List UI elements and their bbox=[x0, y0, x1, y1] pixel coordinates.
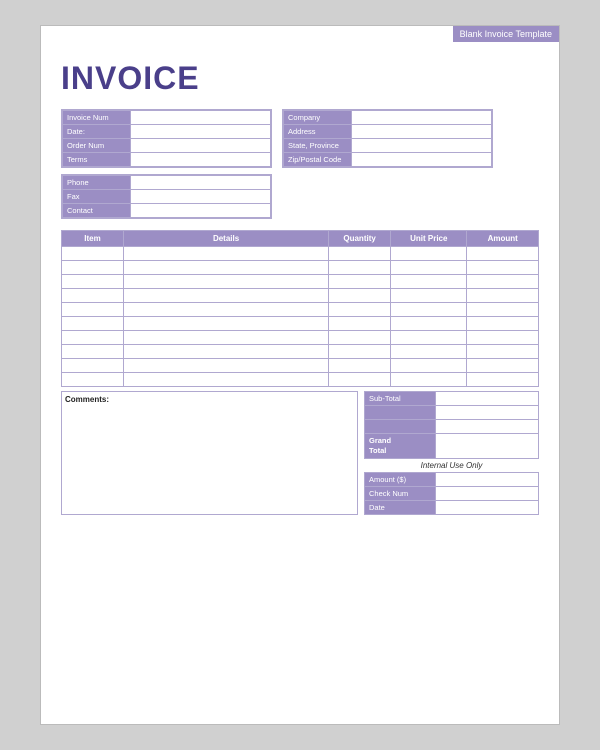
totals-section: Sub-Total GrandTotal Internal Use Only bbox=[364, 391, 539, 515]
info-sections-row: Invoice Num Date: Order Num Terms bbox=[61, 109, 539, 168]
totals-value-2[interactable] bbox=[435, 406, 538, 420]
amount-value[interactable] bbox=[435, 472, 538, 486]
totals-row-2 bbox=[365, 406, 539, 420]
internal-use-row: Internal Use Only bbox=[365, 458, 539, 472]
invoice-num-label: Invoice Num bbox=[63, 111, 131, 125]
invoice-info-block: Invoice Num Date: Order Num Terms bbox=[61, 109, 272, 168]
table-row bbox=[62, 289, 539, 303]
totals-label-3 bbox=[365, 420, 436, 434]
invoice-num-value[interactable] bbox=[131, 111, 271, 125]
company-value[interactable] bbox=[352, 111, 492, 125]
check-num-label: Check Num bbox=[365, 486, 436, 500]
totals-table: Sub-Total GrandTotal Internal Use Only bbox=[364, 391, 539, 515]
template-label: Blank Invoice Template bbox=[453, 26, 559, 42]
date-label: Date: bbox=[63, 125, 131, 139]
zip-value[interactable] bbox=[352, 153, 492, 167]
col-header-amount: Amount bbox=[467, 231, 539, 247]
zip-label: Zip/Postal Code bbox=[284, 153, 352, 167]
state-value[interactable] bbox=[352, 139, 492, 153]
table-row bbox=[62, 359, 539, 373]
invoice-title: INVOICE bbox=[61, 60, 539, 97]
company-info-block: Company Address State, Province Zip/Post… bbox=[282, 109, 493, 168]
totals-value-3[interactable] bbox=[435, 420, 538, 434]
invoice-page: Blank Invoice Template INVOICE Invoice N… bbox=[40, 25, 560, 725]
state-label: State, Province bbox=[284, 139, 352, 153]
address-label: Address bbox=[284, 125, 352, 139]
col-header-quantity: Quantity bbox=[329, 231, 391, 247]
bottom-area: Comments: Sub-Total GrandTotal bbox=[61, 391, 539, 515]
check-num-value[interactable] bbox=[435, 486, 538, 500]
company-row: Company bbox=[284, 111, 492, 125]
items-table: Item Details Quantity Unit Price Amount bbox=[61, 230, 539, 387]
subtotal-label: Sub-Total bbox=[365, 392, 436, 406]
internal-use-label: Internal Use Only bbox=[365, 458, 539, 472]
company-label: Company bbox=[284, 111, 352, 125]
grand-total-label: GrandTotal bbox=[365, 434, 436, 459]
table-row bbox=[62, 261, 539, 275]
terms-value[interactable] bbox=[131, 153, 271, 167]
date-row: Date: bbox=[63, 125, 271, 139]
invoice-num-row: Invoice Num bbox=[63, 111, 271, 125]
contact-block: Phone Fax Contact bbox=[61, 174, 272, 219]
fax-row: Fax bbox=[63, 190, 271, 204]
date-value[interactable] bbox=[131, 125, 271, 139]
payment-date-value[interactable] bbox=[435, 500, 538, 514]
comments-label: Comments: bbox=[65, 395, 109, 404]
fax-label: Fax bbox=[63, 190, 131, 204]
order-num-row: Order Num bbox=[63, 139, 271, 153]
fax-value[interactable] bbox=[131, 190, 271, 204]
table-row bbox=[62, 331, 539, 345]
comments-section[interactable]: Comments: bbox=[61, 391, 358, 515]
check-num-row: Check Num bbox=[365, 486, 539, 500]
grand-total-row: GrandTotal bbox=[365, 434, 539, 459]
contact-value[interactable] bbox=[131, 204, 271, 218]
table-row bbox=[62, 373, 539, 387]
col-header-item: Item bbox=[62, 231, 124, 247]
table-row bbox=[62, 317, 539, 331]
payment-date-label: Date bbox=[365, 500, 436, 514]
address-value[interactable] bbox=[352, 125, 492, 139]
phone-label: Phone bbox=[63, 176, 131, 190]
col-header-details: Details bbox=[124, 231, 329, 247]
terms-row: Terms bbox=[63, 153, 271, 167]
contact-row: Contact bbox=[63, 204, 271, 218]
amount-label: Amount ($) bbox=[365, 472, 436, 486]
grand-total-value[interactable] bbox=[435, 434, 538, 459]
subtotal-value[interactable] bbox=[435, 392, 538, 406]
col-header-unit-price: Unit Price bbox=[391, 231, 467, 247]
phone-row: Phone bbox=[63, 176, 271, 190]
table-row bbox=[62, 303, 539, 317]
order-num-value[interactable] bbox=[131, 139, 271, 153]
contact-section: Phone Fax Contact bbox=[61, 174, 539, 224]
totals-label-2 bbox=[365, 406, 436, 420]
contact-label: Contact bbox=[63, 204, 131, 218]
zip-row: Zip/Postal Code bbox=[284, 153, 492, 167]
table-row bbox=[62, 345, 539, 359]
state-row: State, Province bbox=[284, 139, 492, 153]
amount-row: Amount ($) bbox=[365, 472, 539, 486]
address-row: Address bbox=[284, 125, 492, 139]
table-row bbox=[62, 247, 539, 261]
totals-row-3 bbox=[365, 420, 539, 434]
payment-date-row: Date bbox=[365, 500, 539, 514]
order-num-label: Order Num bbox=[63, 139, 131, 153]
items-table-header: Item Details Quantity Unit Price Amount bbox=[62, 231, 539, 247]
phone-value[interactable] bbox=[131, 176, 271, 190]
subtotal-row: Sub-Total bbox=[365, 392, 539, 406]
table-row bbox=[62, 275, 539, 289]
terms-label: Terms bbox=[63, 153, 131, 167]
